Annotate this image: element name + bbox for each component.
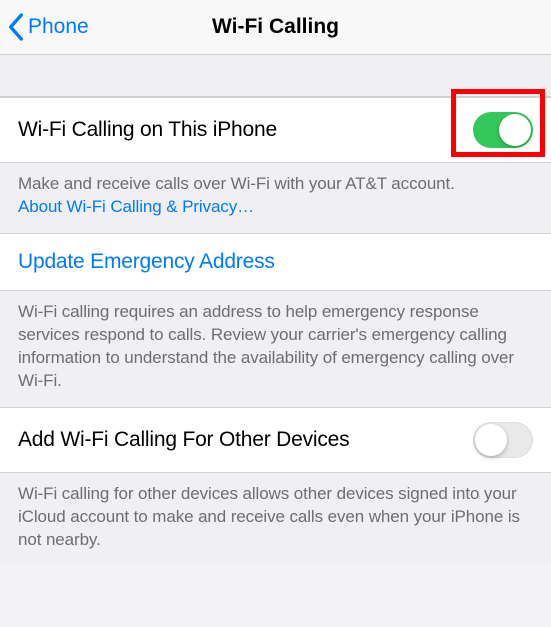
section-spacer	[0, 55, 551, 97]
add-wifi-calling-other-devices-row: Add Wi-Fi Calling For Other Devices	[0, 407, 551, 473]
chevron-left-icon	[8, 13, 24, 41]
wifi-calling-this-iphone-row: Wi-Fi Calling on This iPhone	[0, 97, 551, 163]
wifi-calling-footer: Make and receive calls over Wi-Fi with y…	[0, 163, 551, 233]
settings-screen: Phone Wi-Fi Calling Wi-Fi Calling on Thi…	[0, 0, 551, 627]
about-wifi-calling-privacy-link[interactable]: About Wi-Fi Calling & Privacy…	[18, 197, 254, 216]
wifi-calling-this-iphone-label: Wi-Fi Calling on This iPhone	[18, 118, 277, 142]
toggle-knob	[475, 424, 507, 456]
update-emergency-address-label: Update Emergency Address	[18, 250, 275, 274]
toggle-knob	[499, 114, 531, 146]
wifi-calling-this-iphone-toggle[interactable]	[473, 112, 533, 148]
back-button[interactable]: Phone	[8, 13, 89, 41]
add-wifi-calling-other-devices-label: Add Wi-Fi Calling For Other Devices	[18, 428, 349, 452]
back-label: Phone	[28, 15, 89, 39]
update-emergency-address-row[interactable]: Update Emergency Address	[0, 233, 551, 291]
emergency-footer: Wi-Fi calling requires an address to hel…	[0, 291, 551, 407]
add-wifi-calling-other-devices-toggle[interactable]	[473, 422, 533, 458]
wifi-calling-footer-text: Make and receive calls over Wi-Fi with y…	[18, 174, 455, 193]
page-title: Wi-Fi Calling	[212, 15, 339, 39]
other-devices-footer-text: Wi-Fi calling for other devices allows o…	[18, 484, 520, 549]
emergency-footer-text: Wi-Fi calling requires an address to hel…	[18, 302, 514, 390]
other-devices-footer: Wi-Fi calling for other devices allows o…	[0, 473, 551, 566]
nav-bar: Phone Wi-Fi Calling	[0, 0, 551, 55]
